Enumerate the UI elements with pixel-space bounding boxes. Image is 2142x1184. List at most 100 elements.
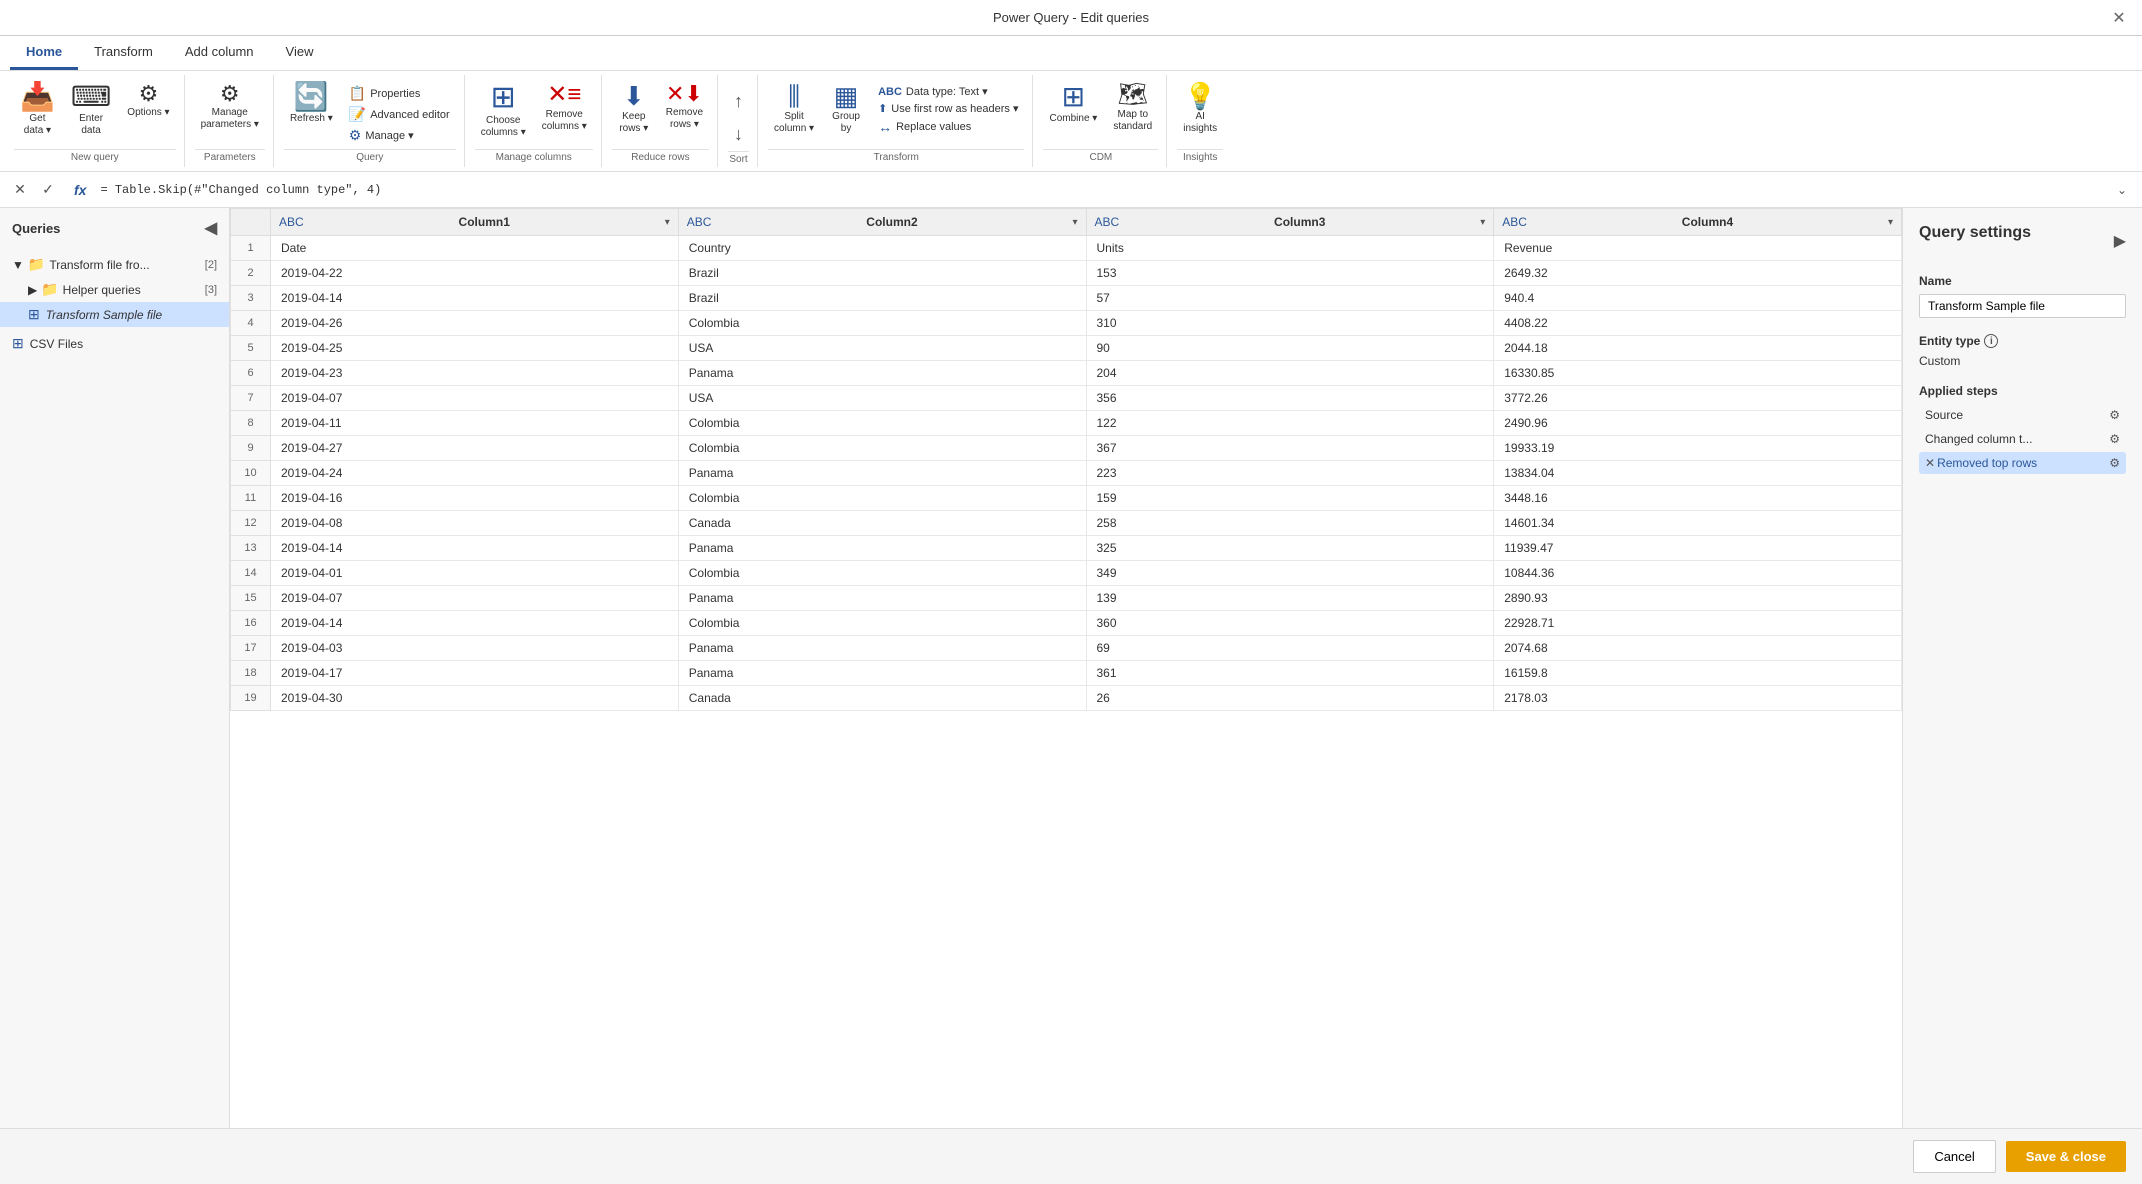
map-to-standard-button[interactable]: 🗺 Map tostandard bbox=[1107, 79, 1158, 137]
cell-col3: 325 bbox=[1086, 536, 1494, 561]
transform-group-name: Transform file fro... bbox=[49, 258, 200, 272]
tab-view[interactable]: View bbox=[270, 36, 330, 70]
col1-type-icon: ABC bbox=[279, 215, 304, 229]
remove-columns-button[interactable]: ✕≡ Removecolumns ▾ bbox=[536, 79, 593, 137]
table-row: 18 2019-04-17 Panama 361 16159.8 bbox=[231, 661, 1902, 686]
formula-accept-button[interactable]: ✓ bbox=[36, 178, 60, 202]
applied-steps-list: Source ⚙ Changed column t... ⚙ ✕ Removed… bbox=[1919, 404, 2126, 474]
advanced-editor-button[interactable]: 📝 Advanced editor bbox=[343, 104, 456, 125]
name-input[interactable] bbox=[1919, 294, 2126, 318]
source-gear-icon[interactable]: ⚙ bbox=[2109, 408, 2120, 422]
row-number: 19 bbox=[231, 686, 271, 711]
row-number: 13 bbox=[231, 536, 271, 561]
properties-button[interactable]: 📋 Properties bbox=[343, 83, 456, 104]
step-remove-icon[interactable]: ✕ bbox=[1925, 456, 1935, 470]
csv-files-item[interactable]: ⊞ CSV Files bbox=[0, 331, 229, 356]
changed-column-gear-icon[interactable]: ⚙ bbox=[2109, 432, 2120, 446]
cell-col1: 2019-04-27 bbox=[271, 436, 679, 461]
cell-col3: 204 bbox=[1086, 361, 1494, 386]
step-source[interactable]: Source ⚙ bbox=[1919, 404, 2126, 426]
map-standard-icon: 🗺 bbox=[1118, 83, 1148, 107]
transform-sample-file-item[interactable]: ⊞ Transform Sample file bbox=[0, 302, 229, 327]
col3-filter-icon[interactable]: ▾ bbox=[1480, 217, 1485, 228]
row-number: 3 bbox=[231, 286, 271, 311]
column4-header[interactable]: ABC Column4 ▾ bbox=[1494, 209, 1902, 236]
refresh-icon: 🔄 bbox=[294, 83, 329, 111]
col4-filter-icon[interactable]: ▾ bbox=[1888, 217, 1893, 228]
table-row: 5 2019-04-25 USA 90 2044.18 bbox=[231, 336, 1902, 361]
tab-add-column[interactable]: Add column bbox=[169, 36, 270, 70]
data-type-button[interactable]: ABC Data type: Text ▾ bbox=[872, 83, 1024, 100]
sort-label: Sort bbox=[728, 151, 749, 165]
remove-rows-button[interactable]: ✕⬇ Removerows ▾ bbox=[660, 79, 709, 135]
get-data-button[interactable]: 📥 Getdata ▾ bbox=[14, 79, 61, 141]
col1-filter-icon[interactable]: ▾ bbox=[665, 217, 670, 228]
sort-descending-button[interactable]: ↓ bbox=[728, 120, 749, 149]
cell-col4: 16159.8 bbox=[1494, 661, 1902, 686]
col2-filter-icon[interactable]: ▾ bbox=[1072, 217, 1077, 228]
row-number: 12 bbox=[231, 511, 271, 536]
remove-rows-icon: ✕⬇ bbox=[666, 83, 703, 105]
cell-col3: 69 bbox=[1086, 636, 1494, 661]
column3-header[interactable]: ABC Column3 ▾ bbox=[1086, 209, 1494, 236]
step-removed-top-rows[interactable]: ✕ Removed top rows ⚙ bbox=[1919, 452, 2126, 474]
parameters-label: Parameters bbox=[195, 149, 265, 163]
cdm-label: CDM bbox=[1043, 149, 1158, 163]
sort-asc-icon: ↑ bbox=[734, 91, 743, 112]
tab-home[interactable]: Home bbox=[10, 36, 78, 70]
options-button[interactable]: ⚙ Options ▾ bbox=[121, 79, 175, 123]
combine-button[interactable]: ⊞ Combine ▾ bbox=[1043, 79, 1103, 129]
helper-folder-icon: 📁 bbox=[41, 281, 58, 298]
table-row: 3 2019-04-14 Brazil 57 940.4 bbox=[231, 286, 1902, 311]
keep-rows-button[interactable]: ⬇ Keeprows ▾ bbox=[612, 79, 656, 139]
data-grid[interactable]: ABC Column1 ▾ ABC Column2 ▾ bbox=[230, 208, 1902, 1128]
cell-col3: 90 bbox=[1086, 336, 1494, 361]
formula-input[interactable] bbox=[100, 183, 2102, 197]
cell-col1: 2019-04-26 bbox=[271, 311, 679, 336]
cell-col3: 122 bbox=[1086, 411, 1494, 436]
enter-data-icon: ⌨ bbox=[71, 83, 111, 111]
new-query-label: New query bbox=[14, 149, 176, 163]
queries-collapse-button[interactable]: ◀ bbox=[205, 218, 217, 238]
table-row: 19 2019-04-30 Canada 26 2178.03 bbox=[231, 686, 1902, 711]
cell-col1: 2019-04-14 bbox=[271, 286, 679, 311]
data-type-icon: ABC bbox=[878, 86, 902, 98]
enter-data-button[interactable]: ⌨ Enterdata bbox=[65, 79, 117, 141]
transform-group-header[interactable]: ▼ 📁 Transform file fro... [2] bbox=[0, 252, 229, 277]
split-column-button[interactable]: ⫼ Splitcolumn ▾ bbox=[768, 79, 820, 139]
refresh-button[interactable]: 🔄 Refresh ▾ bbox=[284, 79, 339, 129]
manage-button[interactable]: ⚙ Manage ▾ bbox=[343, 125, 456, 146]
close-button[interactable]: ✕ bbox=[2096, 0, 2142, 36]
choose-columns-button[interactable]: ⊞ Choosecolumns ▾ bbox=[475, 79, 532, 143]
cell-col1: 2019-04-30 bbox=[271, 686, 679, 711]
cell-col1: 2019-04-14 bbox=[271, 611, 679, 636]
settings-expand-button[interactable]: ▶ bbox=[2114, 231, 2126, 251]
formula-expand-button[interactable]: ⌄ bbox=[2110, 178, 2134, 202]
table-row: 6 2019-04-23 Panama 204 16330.85 bbox=[231, 361, 1902, 386]
step-changed-column[interactable]: Changed column t... ⚙ bbox=[1919, 428, 2126, 450]
helper-queries-header[interactable]: ▶ 📁 Helper queries [3] bbox=[16, 277, 229, 302]
query-settings-panel: Query settings ▶ Name Entity type i Cust… bbox=[1902, 208, 2142, 1128]
cancel-button[interactable]: Cancel bbox=[1913, 1140, 1995, 1173]
cell-col2: Canada bbox=[678, 511, 1086, 536]
group-by-button[interactable]: ▦ Groupby bbox=[824, 79, 868, 139]
keep-rows-icon: ⬇ bbox=[623, 83, 645, 109]
table-row: 9 2019-04-27 Colombia 367 19933.19 bbox=[231, 436, 1902, 461]
cell-col2: Colombia bbox=[678, 311, 1086, 336]
tab-transform[interactable]: Transform bbox=[78, 36, 169, 70]
cell-col4: 14601.34 bbox=[1494, 511, 1902, 536]
formula-reject-button[interactable]: ✕ bbox=[8, 178, 32, 202]
remove-columns-icon: ✕≡ bbox=[547, 83, 581, 107]
column1-header[interactable]: ABC Column1 ▾ bbox=[271, 209, 679, 236]
cell-col4: 22928.71 bbox=[1494, 611, 1902, 636]
cell-col2: Panama bbox=[678, 661, 1086, 686]
manage-parameters-button[interactable]: ⚙ Manageparameters ▾ bbox=[195, 79, 265, 135]
save-close-button[interactable]: Save & close bbox=[2006, 1141, 2126, 1172]
sort-ascending-button[interactable]: ↑ bbox=[728, 87, 749, 116]
column2-header[interactable]: ABC Column2 ▾ bbox=[678, 209, 1086, 236]
ai-insights-button[interactable]: 💡 AIinsights bbox=[1177, 79, 1223, 139]
use-first-row-button[interactable]: ⬆ Use first row as headers ▾ bbox=[872, 100, 1024, 117]
replace-values-button[interactable]: ↔ Replace values bbox=[872, 117, 1024, 137]
removed-rows-gear-icon[interactable]: ⚙ bbox=[2109, 456, 2120, 470]
group-by-icon: ▦ bbox=[834, 83, 859, 109]
